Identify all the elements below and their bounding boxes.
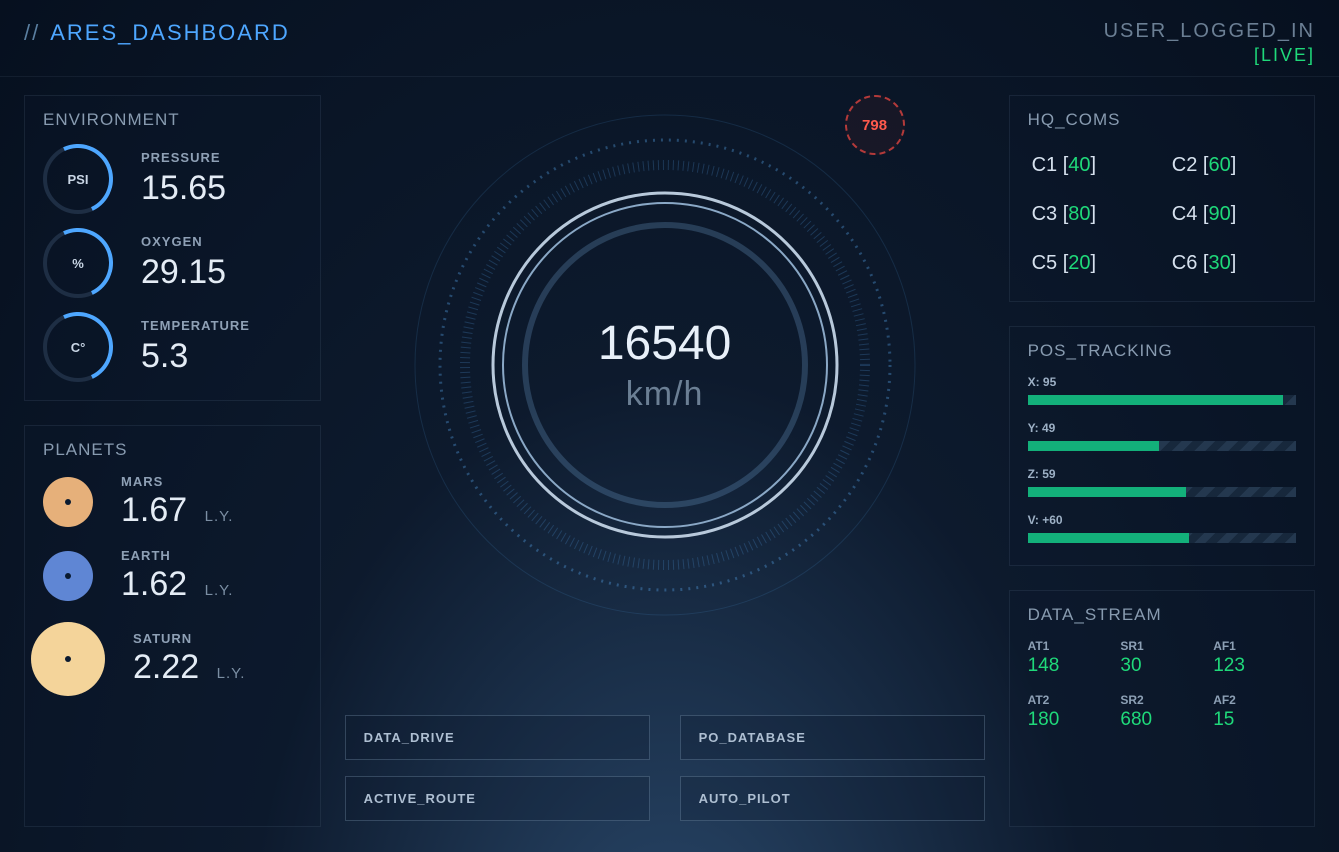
pos-tracking-panel: POS_TRACKING X: 95 Y: 49 Z: 59 V: +60 — [1009, 326, 1315, 566]
mars-icon — [43, 477, 93, 527]
pressure-value: 15.65 — [141, 169, 226, 208]
saturn-value: 2.22 — [133, 648, 199, 686]
system-buttons: DATA_DRIVE PO_DATABASE ACTIVE_ROUTE AUTO… — [345, 715, 985, 827]
mars-unit: L.Y. — [205, 508, 234, 525]
coms-c1: C1 [40] — [1032, 154, 1152, 177]
title-block: // ARES_DASHBOARD — [24, 20, 290, 46]
hq-coms-title: HQ_COMS — [1028, 110, 1296, 130]
earth-unit: L.Y. — [205, 582, 234, 599]
track-y-bar — [1028, 441, 1296, 451]
environment-panel: ENVIRONMENT PSI PRESSURE 15.65 % OXYGEN … — [24, 95, 321, 401]
track-z: Z: 59 — [1028, 467, 1296, 497]
data-stream-title: DATA_STREAM — [1028, 605, 1296, 625]
earth-value: 1.62 — [121, 565, 187, 603]
active-route-button[interactable]: ACTIVE_ROUTE — [345, 776, 650, 821]
coms-c3: C3 [80] — [1032, 203, 1152, 226]
speed-value: 16540 — [598, 316, 731, 371]
speed-gauge: 798 16540 km/h — [385, 85, 945, 645]
coms-c6: C6 [30] — [1172, 252, 1292, 275]
env-temperature: C° TEMPERATURE 5.3 — [43, 312, 302, 382]
track-z-fill — [1028, 487, 1186, 497]
track-x-fill — [1028, 395, 1283, 405]
env-pressure: PSI PRESSURE 15.65 — [43, 144, 302, 214]
stream-at1: AT1148 — [1028, 639, 1111, 677]
saturn-unit: L.Y. — [217, 665, 246, 682]
track-x-bar — [1028, 395, 1296, 405]
temperature-label: TEMPERATURE — [141, 318, 250, 333]
po-database-button[interactable]: PO_DATABASE — [680, 715, 985, 760]
oxygen-value: 29.15 — [141, 253, 226, 292]
pressure-gauge-icon: PSI — [43, 144, 113, 214]
pos-tracking-title: POS_TRACKING — [1028, 341, 1296, 361]
track-y-fill — [1028, 441, 1160, 451]
track-v: V: +60 — [1028, 513, 1296, 543]
coms-c4: C4 [90] — [1172, 203, 1292, 226]
data-stream-panel: DATA_STREAM AT1148 SR130 AF1123 AT2180 S… — [1009, 590, 1315, 827]
page-title: ARES_DASHBOARD — [50, 20, 290, 46]
track-x-label: X: 95 — [1028, 375, 1296, 389]
stream-af1: AF1123 — [1213, 639, 1296, 677]
user-status: USER_LOGGED_IN — [1104, 20, 1315, 43]
saturn-icon — [31, 622, 105, 696]
speed-unit: km/h — [626, 375, 704, 414]
planets-title: PLANETS — [43, 440, 302, 460]
planet-mars: MARS 1.67 L.Y. — [43, 474, 302, 530]
mars-label: MARS — [121, 474, 233, 489]
status-block: USER_LOGGED_IN [LIVE] — [1104, 20, 1315, 66]
track-y-label: Y: 49 — [1028, 421, 1296, 435]
track-z-label: Z: 59 — [1028, 467, 1296, 481]
earth-label: EARTH — [121, 548, 233, 563]
track-v-fill — [1028, 533, 1189, 543]
env-oxygen: % OXYGEN 29.15 — [43, 228, 302, 298]
environment-title: ENVIRONMENT — [43, 110, 302, 130]
track-y: Y: 49 — [1028, 421, 1296, 451]
track-x: X: 95 — [1028, 375, 1296, 405]
temperature-value: 5.3 — [141, 337, 250, 376]
stream-sr1: SR130 — [1120, 639, 1203, 677]
stream-at2: AT2180 — [1028, 693, 1111, 731]
data-drive-button[interactable]: DATA_DRIVE — [345, 715, 650, 760]
oxygen-label: OXYGEN — [141, 234, 226, 249]
hq-coms-panel: HQ_COMS C1 [40] C2 [60] C3 [80] C4 [90] … — [1009, 95, 1315, 302]
mars-value: 1.67 — [121, 491, 187, 529]
earth-icon — [43, 551, 93, 601]
track-v-bar — [1028, 533, 1296, 543]
auto-pilot-button[interactable]: AUTO_PILOT — [680, 776, 985, 821]
planet-earth: EARTH 1.62 L.Y. — [43, 548, 302, 604]
temperature-gauge-icon: C° — [43, 312, 113, 382]
stream-af2: AF215 — [1213, 693, 1296, 731]
live-badge: [LIVE] — [1104, 45, 1315, 66]
oxygen-gauge-icon: % — [43, 228, 113, 298]
pressure-label: PRESSURE — [141, 150, 226, 165]
stream-sr2: SR2680 — [1120, 693, 1203, 731]
top-bar: // ARES_DASHBOARD USER_LOGGED_IN [LIVE] — [0, 0, 1339, 77]
planet-saturn: SATURN 2.22 L.Y. — [43, 622, 302, 696]
coms-c2: C2 [60] — [1172, 154, 1292, 177]
saturn-label: SATURN — [133, 631, 245, 646]
coms-c5: C5 [20] — [1032, 252, 1152, 275]
title-prefix-icon: // — [24, 20, 40, 46]
track-z-bar — [1028, 487, 1296, 497]
track-v-label: V: +60 — [1028, 513, 1296, 527]
planets-panel: PLANETS MARS 1.67 L.Y. EARTH 1.62 — [24, 425, 321, 827]
